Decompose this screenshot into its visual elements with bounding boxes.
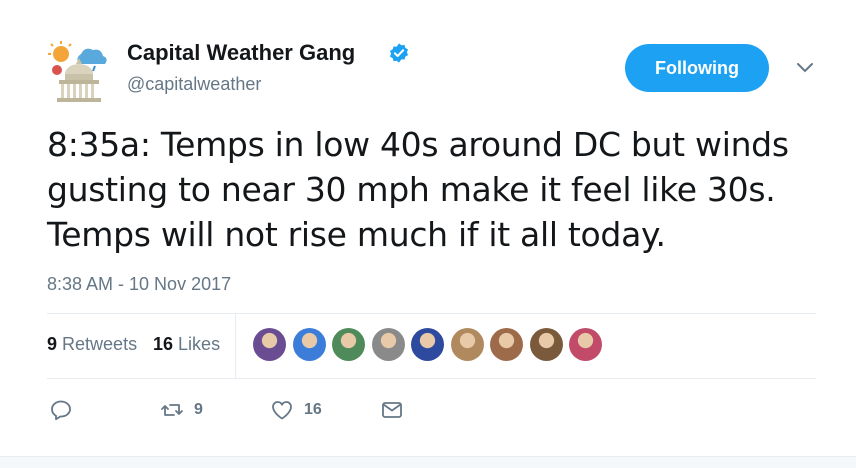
retweets-stat[interactable]: 9 Retweets — [47, 334, 137, 355]
liked-by-avatar[interactable] — [450, 328, 484, 361]
direct-message-button[interactable] — [380, 398, 404, 422]
verified-badge-icon — [390, 43, 408, 63]
reply-button[interactable] — [49, 398, 73, 422]
like-count: 16 — [304, 401, 322, 418]
chevron-down-icon[interactable] — [793, 58, 817, 78]
following-button[interactable]: Following — [625, 44, 769, 92]
heart-icon — [272, 401, 292, 420]
author-handle[interactable]: @capitalweather — [127, 74, 261, 95]
capitol-weather-logo[interactable] — [47, 40, 111, 104]
bottom-bar — [0, 456, 856, 468]
like-button[interactable]: 16 — [270, 398, 322, 422]
reply-icon — [51, 400, 71, 421]
liked-by-avatar[interactable] — [292, 328, 326, 361]
envelope-icon — [382, 402, 402, 418]
tweet-timestamp[interactable]: 8:38 AM - 10 Nov 2017 — [47, 274, 231, 295]
retweets-label: Retweets — [62, 334, 138, 354]
liked-by-avatar[interactable] — [411, 328, 444, 361]
tweet-text-line: Temps will not rise much if it all today… — [47, 215, 666, 254]
divider — [47, 378, 816, 379]
liked-by-avatar[interactable] — [253, 328, 286, 361]
divider — [47, 313, 816, 314]
liked-by-avatar[interactable] — [490, 328, 523, 361]
tweet-text-line: gusting to near 30 mph make it feel like… — [47, 170, 776, 209]
tweet-text-line: 8:35a: Temps in low 40s around DC but wi… — [47, 125, 789, 164]
retweet-count: 9 — [194, 401, 203, 418]
liked-by-avatar[interactable] — [569, 328, 602, 361]
tweet-text: 8:35a: Temps in low 40s around DC but wi… — [47, 122, 837, 257]
retweets-count: 9 — [47, 334, 58, 354]
liked-by-avatar[interactable] — [332, 328, 365, 361]
stats-divider — [235, 314, 236, 378]
likes-stat[interactable]: 16 Likes — [153, 334, 220, 355]
liked-by-avatar[interactable] — [371, 328, 405, 361]
liked-by-avatar[interactable] — [529, 328, 563, 361]
author-name[interactable]: Capital Weather Gang — [127, 40, 355, 66]
retweet-button[interactable]: 9 — [160, 398, 203, 422]
likes-count: 16 — [153, 334, 174, 354]
retweet-icon — [161, 404, 183, 416]
tweet-card: Capital Weather Gang @capitalweather Fol… — [0, 0, 856, 468]
likes-label: Likes — [178, 334, 221, 354]
